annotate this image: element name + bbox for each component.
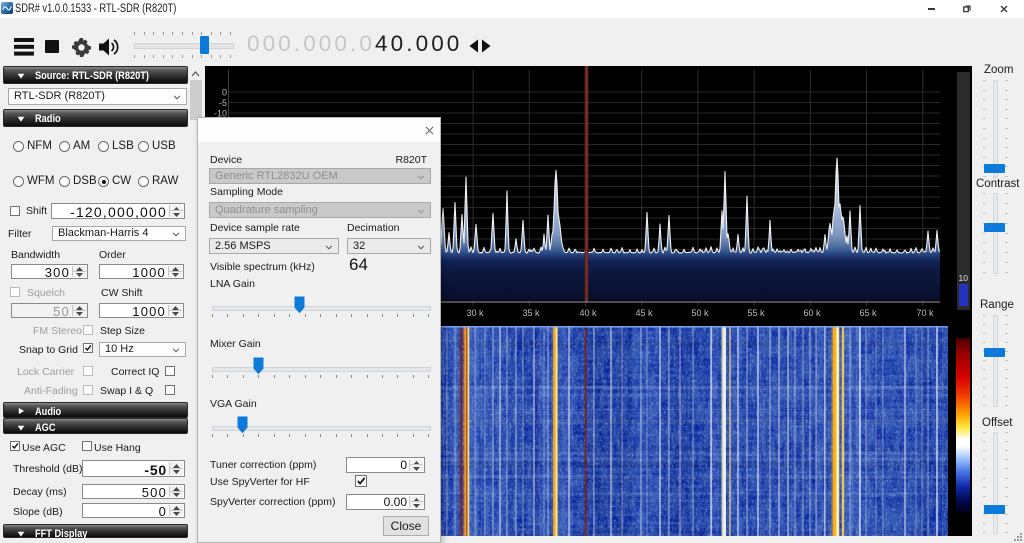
svg-text:55 k: 55 k	[747, 308, 765, 318]
svg-text:30 k: 30 k	[466, 308, 484, 318]
svg-text:0: 0	[222, 88, 227, 98]
svg-text:-5: -5	[219, 98, 227, 108]
svg-text:40 k: 40 k	[579, 308, 597, 318]
svg-text:35 k: 35 k	[522, 308, 540, 318]
svg-text:45 k: 45 k	[635, 308, 653, 318]
svg-text:60 k: 60 k	[803, 308, 821, 318]
svg-text:65 k: 65 k	[859, 308, 877, 318]
svg-text:10: 10	[959, 273, 969, 283]
svg-text:70 k: 70 k	[916, 308, 934, 318]
svg-text:50 k: 50 k	[691, 308, 709, 318]
